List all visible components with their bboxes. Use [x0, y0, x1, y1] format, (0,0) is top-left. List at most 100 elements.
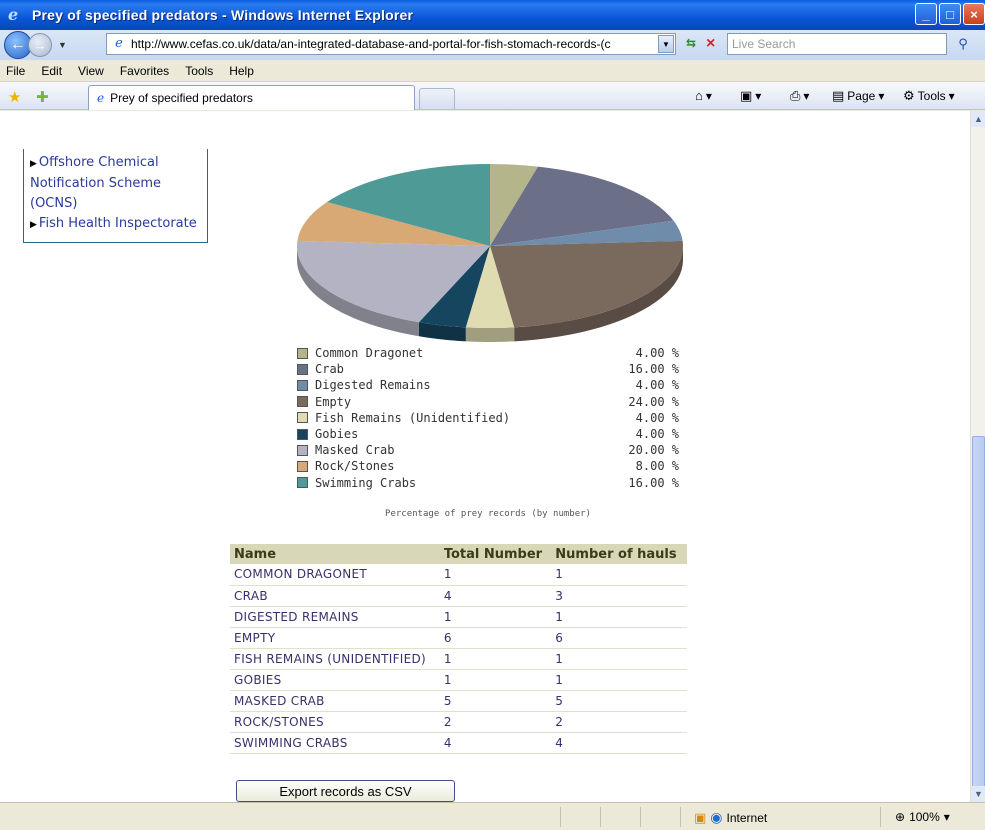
cell-hauls: 6	[551, 627, 687, 649]
status-divider	[640, 807, 641, 827]
security-zone[interactable]: ▣ ◉ Internet	[694, 809, 767, 826]
cell-total-number: 2	[439, 711, 552, 734]
legend-swatch	[297, 428, 308, 440]
column-header-hauls: Number of hauls	[551, 544, 687, 564]
table-row: SWIMMING CRABS 4 4	[230, 732, 687, 755]
rss-icon: ▣	[740, 88, 753, 103]
search-input[interactable]: Live Search	[727, 33, 947, 55]
menu-tools[interactable]: Tools	[177, 64, 221, 78]
cell-name: GOBIES	[230, 669, 440, 692]
minimize-button[interactable]: _	[915, 3, 937, 25]
prey-table: Name Total Number Number of hauls COMMON…	[230, 544, 687, 755]
table-row: DIGESTED REMAINS 1 1	[230, 606, 687, 628]
legend-label: Crab	[315, 362, 344, 377]
cell-total-number: 6	[439, 627, 552, 649]
sidebar-item-label: Offshore Chemical Notification Scheme (O…	[30, 155, 162, 211]
scroll-thumb[interactable]	[972, 436, 985, 788]
sidebar-item-ocns[interactable]: ▶ Offshore Chemical Notification Scheme (…	[30, 153, 201, 214]
legend-swatch	[297, 379, 308, 391]
favorites-star-icon[interactable]: ★	[8, 88, 21, 106]
cell-name: ROCK/STONES	[230, 711, 440, 734]
browser-window: e Prey of specified predators - Windows …	[0, 0, 985, 830]
legend-swatch	[297, 396, 308, 408]
print-button[interactable]: ⎙ ▾	[790, 88, 809, 104]
legend-label: Rock/Stones	[315, 459, 395, 474]
menu-bar: File Edit View Favorites Tools Help	[0, 60, 985, 82]
tools-menu-button[interactable]: ⚙ Tools ▾	[903, 88, 955, 104]
address-toolbar: ← → ▼ e http://www.cefas.co.uk/data/an-i…	[0, 30, 985, 60]
legend-percent: 24.00 %	[628, 394, 679, 409]
menu-view[interactable]: View	[70, 64, 112, 78]
sidebar-nav: ▶ Offshore Chemical Notification Scheme (…	[23, 149, 208, 243]
forward-button[interactable]: →	[28, 33, 52, 57]
sidebar-item-fish-health[interactable]: ▶ Fish Health Inspectorate	[30, 214, 201, 235]
stop-icon[interactable]: ×	[706, 35, 726, 53]
legend-swatch	[297, 347, 308, 359]
legend-item: Rock/Stones 8.00 %	[297, 458, 679, 474]
legend-item: Crab 16.00 %	[297, 361, 679, 377]
zoom-control[interactable]: ⊕ 100% ▾	[895, 810, 950, 824]
cell-hauls: 2	[551, 711, 687, 734]
cell-hauls: 1	[551, 648, 687, 670]
legend-swatch	[297, 477, 308, 489]
legend-swatch	[297, 412, 308, 424]
tab-page-icon: e	[97, 91, 105, 105]
pie-slice-side	[465, 327, 515, 342]
legend-label: Masked Crab	[315, 443, 395, 458]
legend-item: Gobies 4.00 %	[297, 426, 679, 442]
close-button[interactable]: ×	[963, 3, 985, 25]
table-row: FISH REMAINS (UNIDENTIFIED) 1 1	[230, 648, 687, 670]
cell-hauls: 3	[551, 585, 687, 607]
page-icon: e	[115, 36, 123, 51]
ie-logo-icon: e	[8, 5, 19, 24]
legend-label: Gobies	[315, 427, 359, 442]
zone-label: Internet	[726, 810, 768, 825]
vertical-scrollbar[interactable]: ▲ ▼	[970, 111, 985, 802]
legend-item: Common Dragonet 4.00 %	[297, 345, 679, 361]
column-header-name: Name	[230, 544, 440, 564]
feeds-button[interactable]: ▣ ▾	[740, 88, 761, 104]
tab-bar: ★ ✚ e Prey of specified predators ⌂ ▾ ▣ ▾ …	[0, 82, 985, 110]
home-button[interactable]: ⌂ ▾	[695, 88, 712, 103]
new-tab-button[interactable]	[419, 88, 455, 109]
cell-hauls: 5	[551, 690, 687, 713]
legend-label: Fish Remains (Unidentified)	[315, 410, 511, 425]
printer-icon: ⎙	[790, 88, 801, 103]
legend-item: Fish Remains (Unidentified) 4.00 %	[297, 410, 679, 426]
recent-pages-dropdown-icon[interactable]: ▼	[58, 40, 67, 50]
address-dropdown-icon[interactable]: ▼	[658, 35, 674, 53]
title-bar: e Prey of specified predators - Windows …	[0, 0, 985, 30]
menu-help[interactable]: Help	[221, 64, 262, 78]
table-row: ROCK/STONES 2 2	[230, 711, 687, 734]
cell-hauls: 1	[551, 606, 687, 628]
tab-current-page[interactable]: e Prey of specified predators	[88, 85, 415, 110]
legend-item: Swimming Crabs 16.00 %	[297, 475, 679, 491]
cell-name: CRAB	[230, 585, 440, 607]
menu-file[interactable]: File	[0, 64, 33, 78]
scroll-up-icon[interactable]: ▲	[971, 111, 985, 127]
legend-swatch	[297, 460, 308, 472]
scroll-down-icon[interactable]: ▼	[971, 786, 985, 802]
add-favorite-icon[interactable]: ✚	[36, 88, 49, 106]
page-menu-button[interactable]: ▤ Page ▾	[832, 88, 884, 104]
cell-total-number: 1	[439, 648, 552, 670]
legend-label: Swimming Crabs	[315, 475, 417, 490]
address-url[interactable]: http://www.cefas.co.uk/data/an-integrate…	[131, 37, 658, 51]
status-divider	[560, 807, 561, 827]
legend-percent: 16.00 %	[628, 475, 679, 490]
search-icon[interactable]: ⚲	[950, 33, 976, 55]
window-title: Prey of specified predators - Windows In…	[32, 7, 414, 23]
table-row: MASKED CRAB 5 5	[230, 690, 687, 713]
legend-swatch	[297, 363, 308, 375]
cell-total-number: 5	[439, 690, 552, 713]
export-csv-button[interactable]: Export records as CSV	[236, 780, 455, 802]
cell-hauls: 1	[551, 669, 687, 692]
refresh-icon[interactable]: ⇆	[686, 36, 706, 54]
legend-item: Empty 24.00 %	[297, 394, 679, 410]
address-bar[interactable]: e http://www.cefas.co.uk/data/an-integra…	[106, 33, 676, 55]
legend-percent: 4.00 %	[635, 378, 679, 393]
menu-edit[interactable]: Edit	[33, 64, 70, 78]
menu-favorites[interactable]: Favorites	[112, 64, 177, 78]
maximize-button[interactable]: □	[939, 3, 961, 25]
status-divider	[680, 807, 681, 827]
